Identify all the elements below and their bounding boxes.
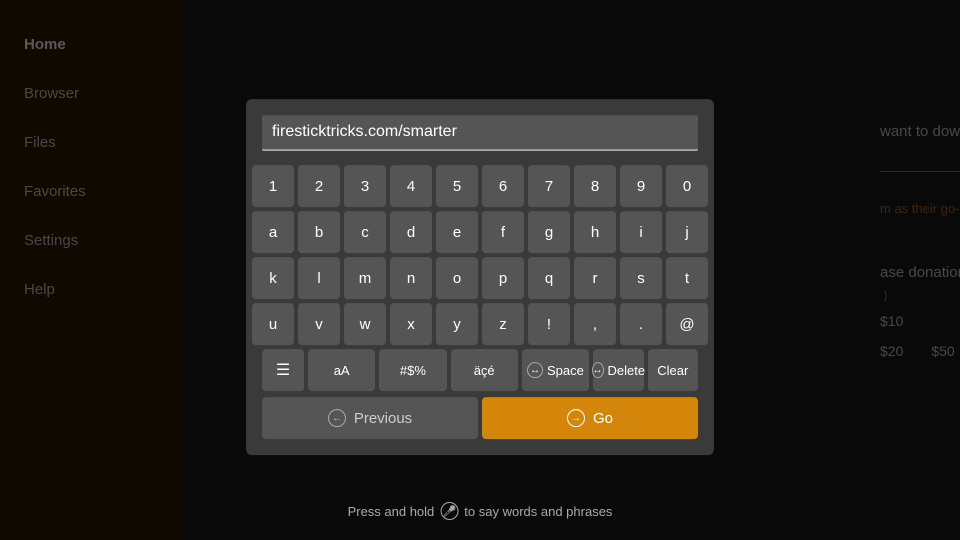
key-w[interactable]: w — [344, 303, 386, 345]
key-p[interactable]: p — [482, 257, 524, 299]
go-button[interactable]: → Go — [482, 397, 698, 439]
mic-icon: 🎤 — [440, 502, 458, 520]
key-clear[interactable]: Clear — [648, 349, 698, 391]
go-icon: → — [567, 409, 585, 427]
key-menu-icon[interactable]: ☰ — [262, 349, 304, 391]
alpha-row-1: a b c d e f g h i j — [262, 211, 698, 253]
key-o[interactable]: o — [436, 257, 478, 299]
key-6[interactable]: 6 — [482, 165, 524, 207]
key-symbols[interactable]: #$% — [379, 349, 446, 391]
key-4[interactable]: 4 — [390, 165, 432, 207]
key-space[interactable]: ↔Space — [522, 349, 589, 391]
key-t[interactable]: t — [666, 257, 708, 299]
key-9[interactable]: 9 — [620, 165, 662, 207]
key-q[interactable]: q — [528, 257, 570, 299]
url-bar — [262, 115, 698, 151]
key-l[interactable]: l — [298, 257, 340, 299]
key-z[interactable]: z — [482, 303, 524, 345]
key-j[interactable]: j — [666, 211, 708, 253]
key-3[interactable]: 3 — [344, 165, 386, 207]
key-1[interactable]: 1 — [252, 165, 294, 207]
key-u[interactable]: u — [252, 303, 294, 345]
key-0[interactable]: 0 — [666, 165, 708, 207]
key-at[interactable]: @ — [666, 303, 708, 345]
key-5[interactable]: 5 — [436, 165, 478, 207]
previous-button[interactable]: ← Previous — [262, 397, 478, 439]
key-s[interactable]: s — [620, 257, 662, 299]
hint-text-after: to say words and phrases — [464, 504, 612, 519]
previous-label: Previous — [354, 410, 412, 427]
previous-icon: ← — [328, 409, 346, 427]
key-exclaim[interactable]: ! — [528, 303, 570, 345]
key-d[interactable]: d — [390, 211, 432, 253]
key-delete[interactable]: ↔Delete — [593, 349, 643, 391]
key-x[interactable]: x — [390, 303, 432, 345]
key-h[interactable]: h — [574, 211, 616, 253]
alpha-row-3: u v w x y z ! , . @ — [262, 303, 698, 345]
hint-bar: Press and hold 🎤 to say words and phrase… — [348, 502, 613, 520]
key-i[interactable]: i — [620, 211, 662, 253]
key-r[interactable]: r — [574, 257, 616, 299]
key-a[interactable]: a — [252, 211, 294, 253]
key-g[interactable]: g — [528, 211, 570, 253]
key-2[interactable]: 2 — [298, 165, 340, 207]
key-f[interactable]: f — [482, 211, 524, 253]
url-input[interactable] — [272, 123, 688, 141]
alpha-row-2: k l m n o p q r s t — [262, 257, 698, 299]
go-label: Go — [593, 410, 613, 427]
keyboard: 1 2 3 4 5 6 7 8 9 0 a b c d e f g h i j … — [262, 165, 698, 391]
key-period[interactable]: . — [620, 303, 662, 345]
key-n[interactable]: n — [390, 257, 432, 299]
key-m[interactable]: m — [344, 257, 386, 299]
key-accents[interactable]: äçé — [451, 349, 518, 391]
key-8[interactable]: 8 — [574, 165, 616, 207]
key-b[interactable]: b — [298, 211, 340, 253]
key-k[interactable]: k — [252, 257, 294, 299]
key-y[interactable]: y — [436, 303, 478, 345]
key-comma[interactable]: , — [574, 303, 616, 345]
keyboard-dialog: 1 2 3 4 5 6 7 8 9 0 a b c d e f g h i j … — [246, 99, 714, 455]
hint-text-before: Press and hold — [348, 504, 435, 519]
number-row: 1 2 3 4 5 6 7 8 9 0 — [262, 165, 698, 207]
key-e[interactable]: e — [436, 211, 478, 253]
key-c[interactable]: c — [344, 211, 386, 253]
action-row: ← Previous → Go — [262, 397, 698, 439]
special-row: ☰ aA #$% äçé ↔Space ↔Delete Clear — [262, 349, 698, 391]
key-case[interactable]: aA — [308, 349, 375, 391]
key-v[interactable]: v — [298, 303, 340, 345]
key-7[interactable]: 7 — [528, 165, 570, 207]
